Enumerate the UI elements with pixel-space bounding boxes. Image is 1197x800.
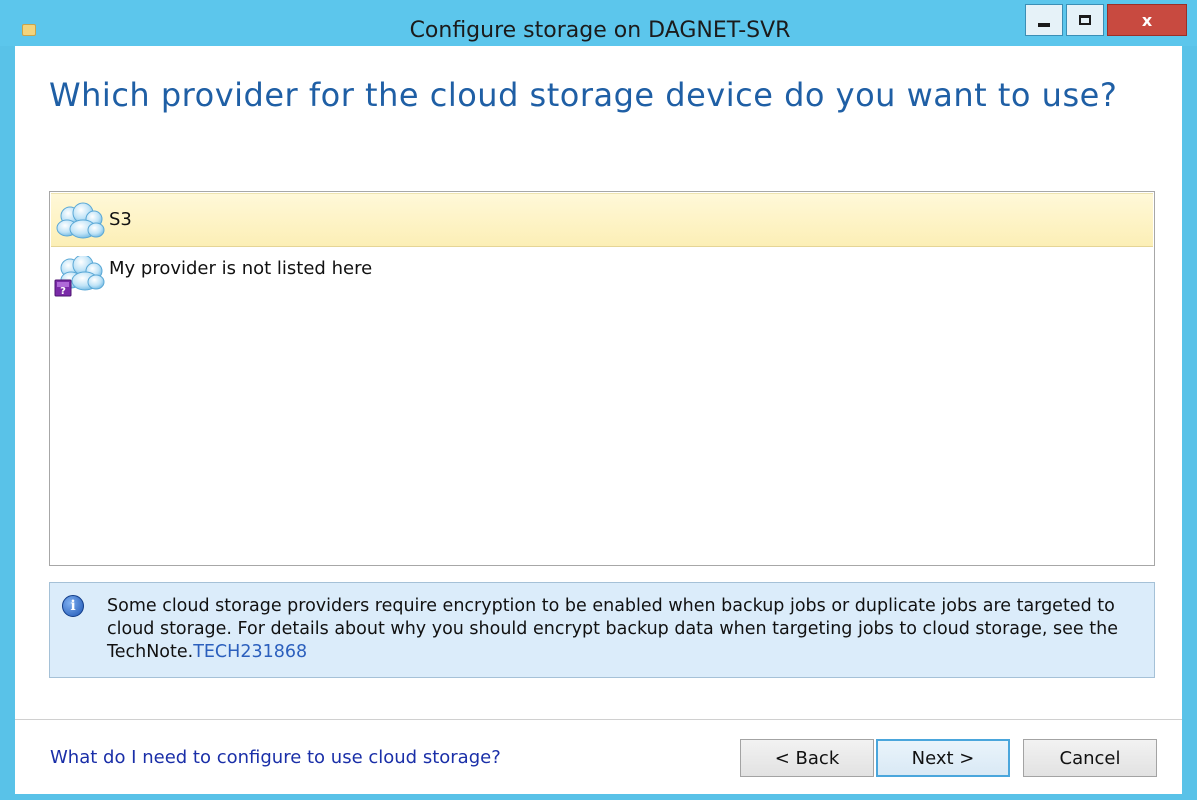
back-button[interactable]: < Back [740,739,874,777]
cloud-unknown-icon: ? [54,256,105,297]
title-bar[interactable]: Configure storage on DAGNET-SVR x [0,0,1197,46]
help-link[interactable]: What do I need to configure to use cloud… [50,747,501,768]
cloud-icon [56,202,105,239]
provider-label: S3 [109,209,132,230]
close-button[interactable]: x [1107,4,1187,36]
info-text: Some cloud storage providers require enc… [107,595,1147,664]
provider-item-not-listed[interactable]: ? My provider is not listed here [51,248,1153,302]
app-icon [22,24,36,36]
technote-link[interactable]: TECH231868 [193,642,307,662]
maximize-button[interactable] [1066,4,1104,36]
info-icon: i [62,595,84,617]
provider-item-s3[interactable]: S3 [51,193,1153,247]
dialog-content: Which provider for the cloud storage dev… [15,46,1182,794]
svg-text:?: ? [60,286,66,297]
next-button[interactable]: Next > [876,739,1010,777]
provider-label: My provider is not listed here [109,258,373,279]
page-title: Which provider for the cloud storage dev… [49,76,1118,114]
close-icon: x [1141,10,1153,30]
cancel-button[interactable]: Cancel [1023,739,1157,777]
minimize-button[interactable] [1025,4,1063,36]
maximize-icon [1079,15,1091,25]
info-panel: i Some cloud storage providers require e… [49,582,1155,678]
provider-list[interactable]: S3 ? My provider is not listed here [49,191,1155,566]
minimize-icon [1038,23,1050,27]
window-title: Configure storage on DAGNET-SVR [409,18,791,43]
dialog-window: Configure storage on DAGNET-SVR x Which … [0,0,1197,800]
footer-divider [15,719,1182,720]
